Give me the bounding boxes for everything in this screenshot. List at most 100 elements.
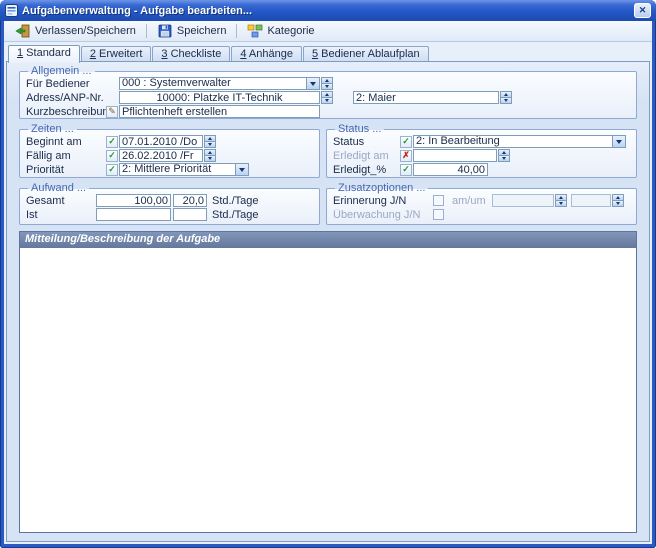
- spin-up-icon[interactable]: [555, 194, 567, 201]
- spin-up-icon[interactable]: [321, 91, 333, 98]
- spin-up-icon[interactable]: [612, 194, 624, 201]
- spin-up-icon[interactable]: [498, 149, 510, 156]
- client-area: Verlassen/Speichern Speichern Kategorie …: [4, 21, 652, 544]
- mitteilung-textarea[interactable]: [20, 248, 636, 532]
- chevron-down-icon[interactable]: [235, 164, 248, 175]
- contact-person-stepper[interactable]: [500, 91, 512, 104]
- group-allgemein: Allgemein ... Für Bediener 000 : Systemv…: [19, 65, 637, 119]
- adress-stepper[interactable]: [321, 91, 333, 104]
- spin-down-icon[interactable]: [321, 98, 333, 104]
- save-button[interactable]: Speichern: [150, 22, 234, 40]
- beginnt-am-stepper[interactable]: [204, 135, 216, 148]
- category-icon: [247, 23, 263, 39]
- spin-down-icon[interactable]: [612, 201, 624, 207]
- group-allgemein-title: Allgemein ...: [28, 65, 95, 77]
- spin-down-icon[interactable]: [498, 156, 510, 162]
- gesamt-tage-input[interactable]: [173, 194, 207, 207]
- erledigt-prozent-input[interactable]: [413, 163, 488, 176]
- ist-unit-label: Std./Tage: [212, 209, 258, 221]
- status-value: 2: In Bearbeitung: [416, 136, 500, 147]
- check-icon[interactable]: ✓: [400, 136, 412, 148]
- erinnerung-zeit-stepper[interactable]: [612, 194, 624, 207]
- kurzbeschreibung-row: Kurzbeschreibung ✎: [26, 105, 630, 118]
- group-zusatzoptionen-title: Zusatzoptionen ...: [335, 182, 428, 194]
- spin-up-icon[interactable]: [204, 149, 216, 156]
- clear-x-icon[interactable]: ✗: [400, 150, 412, 162]
- contact-person-input[interactable]: [353, 91, 499, 104]
- toolbar-separator: [236, 24, 237, 38]
- spin-down-icon[interactable]: [555, 201, 567, 207]
- close-button[interactable]: ✕: [634, 3, 651, 18]
- category-button[interactable]: Kategorie: [240, 22, 321, 40]
- group-aufwand: Aufwand ... Gesamt Std./Tage Ist Std./Ta…: [19, 182, 320, 225]
- erinnerung-datum-stepper[interactable]: [555, 194, 567, 207]
- spin-up-icon[interactable]: [321, 77, 333, 84]
- beginnt-am-input[interactable]: [119, 135, 203, 148]
- spin-down-icon[interactable]: [204, 156, 216, 162]
- ueberwachung-label: Überwachung J/N: [333, 209, 433, 221]
- spin-down-icon[interactable]: [204, 142, 216, 148]
- adress-row: Adress/ANP-Nr.: [26, 91, 630, 104]
- erinnerung-zeit-input[interactable]: [571, 194, 611, 207]
- erinnerung-datum-input[interactable]: [492, 194, 554, 207]
- gesamt-stunden-input[interactable]: [96, 194, 171, 207]
- spin-up-icon[interactable]: [500, 91, 512, 98]
- check-icon[interactable]: ✓: [106, 150, 118, 162]
- tab-anhaenge[interactable]: 4 Anhänge: [231, 46, 302, 62]
- group-status-title: Status ...: [335, 123, 384, 135]
- am-um-label: am/um: [452, 195, 486, 207]
- save-floppy-icon: [157, 23, 173, 39]
- group-zeiten: Zeiten ... Beginnt am ✓ Fällig am ✓ Prio…: [19, 123, 320, 178]
- faellig-am-stepper[interactable]: [204, 149, 216, 162]
- erledigt-am-input[interactable]: [413, 149, 497, 162]
- prioritaet-label: Priorität: [26, 164, 106, 176]
- check-icon[interactable]: ✓: [400, 164, 412, 176]
- kurzbeschreibung-input[interactable]: [119, 105, 320, 118]
- chevron-down-icon[interactable]: [612, 136, 625, 147]
- group-zusatzoptionen: Zusatzoptionen ... Erinnerung J/N am/um …: [326, 182, 637, 225]
- tab-bediener-ablaufplan[interactable]: 5 Bediener Ablaufplan: [303, 46, 429, 62]
- chevron-down-icon[interactable]: [306, 78, 319, 89]
- fuer-bediener-row: Für Bediener 000 : Systemverwalter: [26, 77, 630, 90]
- spin-up-icon[interactable]: [204, 135, 216, 142]
- check-icon[interactable]: ✓: [106, 136, 118, 148]
- adress-input[interactable]: [119, 91, 320, 104]
- faellig-am-input[interactable]: [119, 149, 203, 162]
- tab-erweitert[interactable]: 2 Erweitert: [81, 46, 152, 62]
- app-window: Aufgabenverwaltung - Aufgabe bearbeiten.…: [0, 0, 656, 548]
- kurzbeschreibung-label: Kurzbeschreibung: [26, 106, 106, 118]
- status-combo[interactable]: 2: In Bearbeitung: [413, 135, 626, 148]
- erledigt-am-label: Erledigt am: [333, 150, 400, 162]
- spin-down-icon[interactable]: [321, 84, 333, 90]
- tab-standard[interactable]: 1 Standard: [8, 45, 80, 63]
- edit-icon[interactable]: ✎: [106, 106, 118, 118]
- fuer-bediener-combo[interactable]: 000 : Systemverwalter: [119, 77, 320, 90]
- erledigt-am-stepper[interactable]: [498, 149, 510, 162]
- ist-stunden-input[interactable]: [96, 208, 171, 221]
- leave-save-label: Verlassen/Speichern: [35, 24, 136, 38]
- prioritaet-value: 2: Mittlere Priorität: [122, 164, 211, 175]
- gesamt-label: Gesamt: [26, 195, 96, 207]
- beginnt-am-label: Beginnt am: [26, 136, 106, 148]
- erinnerung-checkbox[interactable]: [433, 195, 444, 206]
- spin-down-icon[interactable]: [500, 98, 512, 104]
- ist-tage-input[interactable]: [173, 208, 207, 221]
- ueberwachung-checkbox[interactable]: [433, 209, 444, 220]
- prioritaet-row: Priorität ✓ 2: Mittlere Priorität: [26, 163, 313, 176]
- titlebar[interactable]: Aufgabenverwaltung - Aufgabe bearbeiten.…: [0, 0, 656, 21]
- check-icon[interactable]: ✓: [106, 164, 118, 176]
- tab-checkliste[interactable]: 3 Checkliste: [152, 46, 230, 62]
- leave-save-button[interactable]: Verlassen/Speichern: [8, 22, 143, 40]
- group-zeiten-title: Zeiten ...: [28, 123, 77, 135]
- fuer-bediener-label: Für Bediener: [26, 78, 119, 90]
- ist-label: Ist: [26, 209, 96, 221]
- gesamt-unit-label: Std./Tage: [212, 195, 258, 207]
- group-aufwand-title: Aufwand ...: [28, 182, 89, 194]
- faellig-am-label: Fällig am: [26, 150, 106, 162]
- exit-door-icon: [15, 23, 31, 39]
- adress-label: Adress/ANP-Nr.: [26, 92, 119, 104]
- group-status: Status ... Status ✓ 2: In Bearbeitung Er…: [326, 123, 637, 178]
- standard-tab-page: Allgemein ... Für Bediener 000 : Systemv…: [6, 61, 650, 542]
- prioritaet-combo[interactable]: 2: Mittlere Priorität: [119, 163, 249, 176]
- fuer-bediener-stepper[interactable]: [321, 77, 333, 90]
